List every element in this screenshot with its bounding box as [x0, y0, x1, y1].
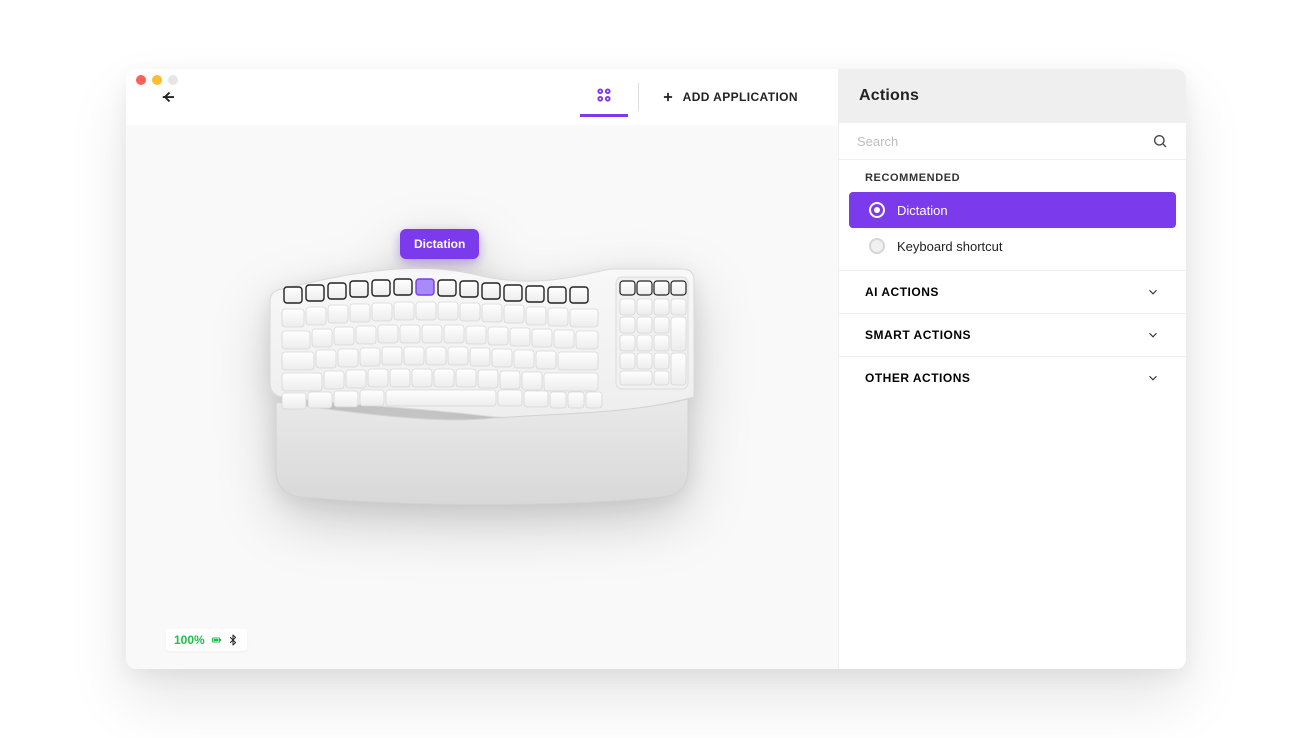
key-tooltip-label: Dictation: [414, 237, 465, 251]
close-icon[interactable]: [136, 75, 146, 85]
search-input[interactable]: [857, 134, 1152, 149]
chevron-down-icon: [1146, 285, 1160, 299]
search-icon: [1152, 133, 1168, 149]
recommended-label: RECOMMENDED: [839, 160, 1186, 192]
chevron-down-icon: [1146, 371, 1160, 385]
keyboard-image: Dictation: [262, 247, 702, 507]
actions-panel: Actions RECOMMENDED Dictation Keyboard s…: [838, 69, 1186, 669]
window-titlebar: [126, 69, 1186, 91]
option-keyboard-shortcut[interactable]: Keyboard shortcut: [849, 228, 1176, 264]
battery-status: 100%: [166, 629, 247, 651]
radio-icon: [869, 238, 885, 254]
device-canvas: Dictation: [126, 125, 838, 669]
battery-icon: [211, 634, 223, 646]
group-ai-actions[interactable]: AI ACTIONS: [839, 270, 1186, 313]
option-dictation[interactable]: Dictation: [849, 192, 1176, 228]
group-smart-actions[interactable]: SMART ACTIONS: [839, 313, 1186, 356]
app-window: ADD APPLICATION Dictation: [126, 69, 1186, 669]
radio-icon: [869, 202, 885, 218]
chevron-down-icon: [1146, 328, 1160, 342]
group-other-actions[interactable]: OTHER ACTIONS: [839, 356, 1186, 399]
group-label: SMART ACTIONS: [865, 328, 971, 342]
group-label: OTHER ACTIONS: [865, 371, 970, 385]
zoom-icon[interactable]: [168, 75, 178, 85]
option-label: Keyboard shortcut: [897, 239, 1003, 254]
key-tooltip: Dictation: [400, 229, 479, 259]
group-label: AI ACTIONS: [865, 285, 939, 299]
add-application-label: ADD APPLICATION: [683, 90, 798, 104]
main-area: ADD APPLICATION Dictation: [126, 69, 838, 669]
search-row: [839, 123, 1186, 160]
bluetooth-icon: [227, 634, 239, 646]
option-label: Dictation: [897, 203, 948, 218]
minimize-icon[interactable]: [152, 75, 162, 85]
battery-percent: 100%: [174, 633, 205, 647]
